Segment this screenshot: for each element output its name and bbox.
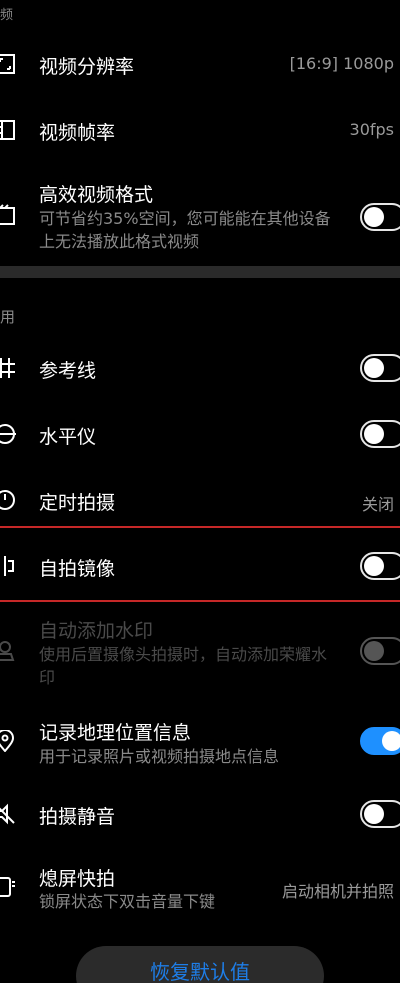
mirror-toggle[interactable] [360,552,400,580]
setting-title: 定时拍摄 [39,492,116,514]
grid-icon [0,357,16,379]
setting-title: 水平仪 [39,426,97,448]
setting-auto-watermark: 自动添加水印 使用后置摄像头拍摄时，自动添加荣耀水印 [0,608,400,694]
setting-title: 自拍镜像 [39,558,116,580]
setting-description: 用于记录照片或视频拍摄地点信息 [39,747,280,766]
level-toggle[interactable] [360,420,400,448]
section-label-video: 频 [0,8,14,23]
location-toggle[interactable] [360,727,400,755]
reset-defaults-button[interactable]: 恢复默认值 [76,946,324,983]
setting-video-framerate[interactable]: 视频帧率 30fps [0,106,400,156]
setting-description: 使用后置摄像头拍摄时，自动添加荣耀水印 [39,645,328,687]
mirror-icon [0,555,16,577]
setting-timer[interactable]: 定时拍摄 关闭 [0,474,400,526]
grid-toggle[interactable] [360,354,400,382]
setting-description: 可节省约35%空间，您可能能在其他设备上无法播放此格式视频 [39,209,331,251]
watermark-icon [0,640,16,662]
setting-title: 视频帧率 [39,122,116,144]
setting-grid-lines[interactable]: 参考线 [0,342,400,394]
setting-title: 拍摄静音 [39,806,116,828]
setting-value: 关闭 [361,495,394,514]
highlight-bottom-line [0,600,400,602]
setting-mute-shutter[interactable]: 拍摄静音 [0,788,400,840]
hevc-toggle[interactable] [360,203,400,231]
setting-value: 30fps [349,120,394,139]
timer-icon [0,489,16,511]
setting-selfie-mirror[interactable]: 自拍镜像 [0,540,400,592]
setting-title: 高效视频格式 [39,184,154,206]
setting-location[interactable]: 记录地理位置信息 用于记录照片或视频拍摄地点信息 [0,708,400,772]
setting-hevc[interactable]: 高效视频格式 可节省约35%空间，您可能能在其他设备上无法播放此格式视频 [0,172,400,258]
mute-icon [0,803,16,825]
film-icon [0,119,16,141]
location-icon [0,730,16,752]
section-divider [0,266,400,278]
setting-title: 记录地理位置信息 [39,722,192,744]
resolution-icon [0,53,16,75]
level-icon [0,423,16,445]
setting-title: 自动添加水印 [39,620,154,642]
mute-toggle[interactable] [360,800,400,828]
watermark-toggle [360,637,400,665]
setting-video-resolution[interactable]: 视频分辨率 [16:9] 1080p [0,40,400,90]
camera-settings-screen: 频 视频分辨率 [16:9] 1080p 视频帧率 30fps 高效视频格式 可… [0,0,400,983]
setting-level[interactable]: 水平仪 [0,408,400,460]
setting-title: 视频分辨率 [39,56,135,78]
video-format-icon [0,204,16,226]
setting-value: 启动相机并拍照 [281,882,394,901]
section-label-general: 用 [0,308,16,326]
highlight-top-line [0,526,400,528]
setting-value: [16:9] 1080p [289,54,394,73]
quick-snap-icon [0,876,16,898]
setting-title: 熄屏快拍 [39,868,116,890]
reset-defaults-label: 恢复默认值 [150,960,250,983]
setting-quick-snap[interactable]: 熄屏快拍 锁屏状态下双击音量下键 启动相机并拍照 [0,854,400,918]
setting-title: 参考线 [39,360,97,382]
